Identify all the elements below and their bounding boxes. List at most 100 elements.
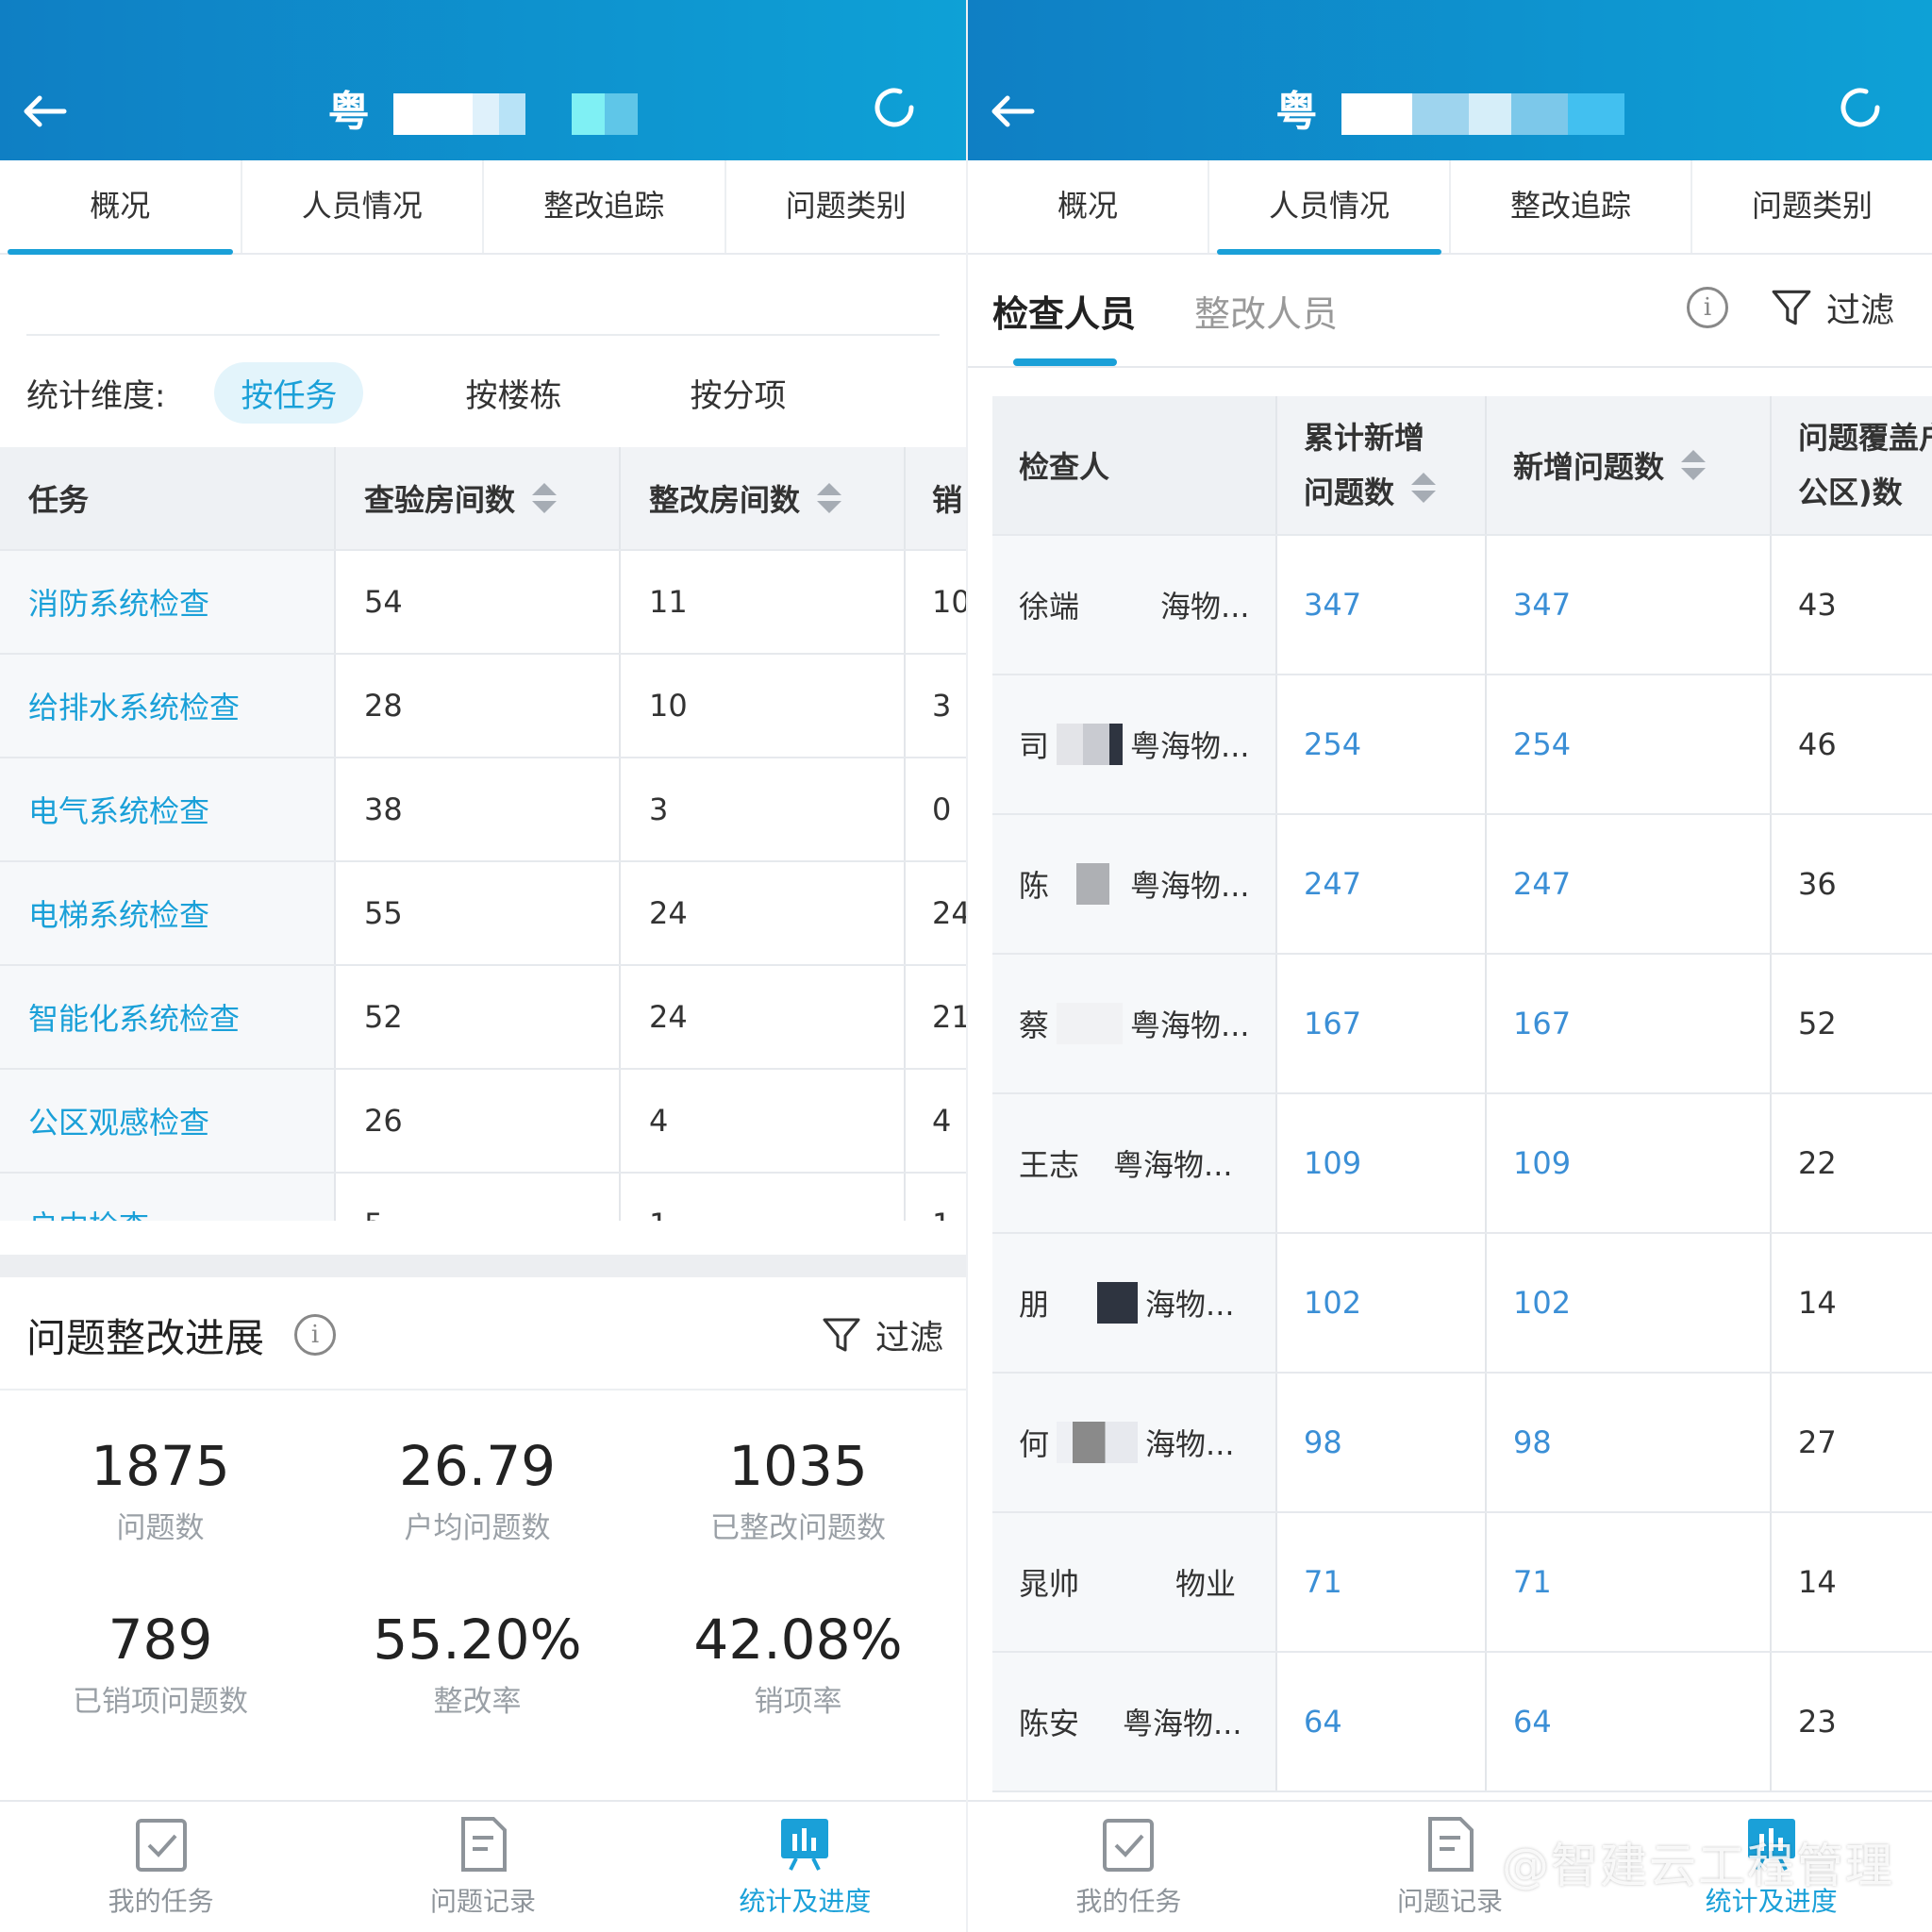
redacted-block [1087,1561,1169,1603]
table-row[interactable]: 晁帅 物业 71 71 14 [992,1513,1932,1653]
table-row[interactable]: 智能化系统检查 52 24 21 [0,966,966,1070]
dimension-by-building[interactable]: 按楼栋 [439,362,588,424]
cumulative-new-value[interactable]: 167 [1277,955,1487,1092]
dimension-label: 统计维度: [26,376,166,415]
project-title-text: 粤 [1275,88,1320,136]
table-row[interactable]: 何 海物... 98 98 27 [992,1374,1932,1513]
tab-personnel[interactable]: 人员情况 [1209,160,1451,255]
cumulative-new-value[interactable]: 71 [1277,1513,1487,1651]
header-inspector: 检查人 [992,396,1277,534]
inspector-org: 海物... [1145,1426,1235,1462]
new-issues-value[interactable]: 347 [1487,536,1772,674]
header-cumulative-new[interactable]: 累计新增 问题数 [1277,396,1487,534]
inspector-org: 粤海物... [1130,1008,1250,1043]
table-header-row: 检查人 累计新增 问题数 新增问题数 问题覆盖户 公区)数 [992,396,1932,536]
dimension-by-item[interactable]: 按分项 [663,362,812,424]
sort-icon[interactable] [532,483,558,513]
stat-rectified-count: 1035 已整改问题数 [638,1434,958,1546]
table-row[interactable]: 电梯系统检查 55 24 24 [0,862,966,966]
table-row[interactable]: 消防系统检查 54 11 10 [0,551,966,655]
header-rectified-rooms[interactable]: 整改房间数 [621,447,906,549]
tab-issue-category[interactable]: 问题类别 [1692,160,1932,253]
table-row[interactable]: 电气系统检查 38 3 0 [0,758,966,862]
new-issues-value[interactable]: 98 [1487,1374,1772,1511]
dimension-selector: 统计维度: 按任务 按楼栋 按分项 [26,358,888,426]
new-issues-value[interactable]: 254 [1487,675,1772,813]
tab-rectification-tracking[interactable]: 整改追踪 [484,160,726,253]
cumulative-new-value[interactable]: 64 [1277,1653,1487,1790]
info-icon[interactable]: i [1687,287,1728,328]
task-name[interactable]: 电气系统检查 [0,758,336,860]
table-row[interactable]: 给排水系统检查 28 10 3 [0,655,966,758]
sort-icon[interactable] [1411,473,1437,503]
dimension-by-task[interactable]: 按任务 [214,361,364,424]
closed-value: 3 [906,655,966,757]
cumulative-new-value[interactable]: 98 [1277,1374,1487,1511]
filter-button[interactable]: 过滤 [1770,283,1894,332]
new-issues-value[interactable]: 64 [1487,1653,1772,1790]
table-row[interactable]: 司 粤海物... 254 254 46 [992,675,1932,815]
sort-icon[interactable] [817,483,842,513]
task-name[interactable]: 电梯系统检查 [0,862,336,964]
new-issues-value[interactable]: 71 [1487,1513,1772,1651]
cumulative-new-value[interactable]: 109 [1277,1094,1487,1232]
task-name[interactable]: 公区观感检查 [0,1070,336,1172]
filter-button[interactable]: 过滤 [821,1310,943,1359]
new-issues-value[interactable]: 102 [1487,1234,1772,1372]
tab-rectification-tracking[interactable]: 整改追踪 [1451,160,1692,253]
redacted-block [1057,1003,1124,1044]
table-row[interactable]: 王志 粤海物... 109 109 22 [992,1094,1932,1234]
task-name[interactable]: 消防系统检查 [0,551,336,653]
inspector-cell: 晁帅 物业 [992,1513,1277,1651]
cumulative-new-value[interactable]: 102 [1277,1234,1487,1372]
refresh-icon[interactable] [868,81,921,134]
stats-board-icon [781,1819,829,1871]
nav-label: 我的任务 [108,1886,214,1917]
redacted-block [1057,863,1124,905]
header-new-issues[interactable]: 新增问题数 [1487,396,1772,534]
closed-value: 1 [906,1174,966,1221]
cumulative-new-value[interactable]: 247 [1277,815,1487,953]
table-row[interactable]: 陈安 粤海物... 64 64 23 [992,1653,1932,1792]
refresh-icon[interactable] [1834,81,1887,134]
nav-issue-records[interactable]: 问题记录 [322,1802,643,1932]
tab-overview[interactable]: 概况 [968,160,1209,253]
task-name[interactable]: 智能化系统检查 [0,966,336,1068]
cumulative-new-value[interactable]: 254 [1277,675,1487,813]
header-coverage: 问题覆盖户 公区)数 [1772,396,1932,534]
bottom-nav: 我的任务 问题记录 统计及进度 [0,1800,966,1932]
new-issues-value[interactable]: 247 [1487,815,1772,953]
tab-issue-category[interactable]: 问题类别 [726,160,967,253]
task-name[interactable]: 给排水系统检查 [0,655,336,757]
coverage-value: 52 [1772,955,1932,1092]
info-icon[interactable]: i [294,1314,337,1356]
table-row[interactable]: 蔡 粤海物... 167 167 52 [992,955,1932,1094]
table-row[interactable]: 朋 海物... 102 102 14 [992,1234,1932,1374]
filter-label: 过滤 [874,1319,943,1357]
task-name[interactable]: 户内检查 [0,1174,336,1221]
new-issues-value[interactable]: 109 [1487,1094,1772,1232]
subtab-rectifiers[interactable]: 整改人员 [1194,285,1338,337]
closed-value: 10 [906,551,966,653]
nav-my-tasks[interactable]: 我的任务 [968,1802,1290,1932]
inspector-stats-table[interactable]: 检查人 累计新增 问题数 新增问题数 问题覆盖户 公区)数 徐端海物... 34… [992,396,1932,1798]
task-checkbox-icon [135,1819,187,1872]
table-row[interactable]: 陈 粤海物... 247 247 36 [992,815,1932,955]
new-issues-value[interactable]: 167 [1487,955,1772,1092]
table-row[interactable]: 徐端 海物... 347 347 43 [992,536,1932,675]
task-stats-table[interactable]: 任务 查验房间数 整改房间数 销 消防系统检查 54 11 10 给排水系统检查… [0,447,966,1221]
table-row[interactable]: 户内检查 5 1 1 [0,1174,966,1221]
inspector-cell: 陈安 粤海物... [992,1653,1277,1790]
header-inspected-rooms[interactable]: 查验房间数 [336,447,621,549]
cumulative-new-value[interactable]: 347 [1277,536,1487,674]
tab-personnel[interactable]: 人员情况 [242,160,484,253]
table-row[interactable]: 公区观感检查 26 4 4 [0,1070,966,1174]
inspector-cell: 何 海物... [992,1374,1277,1511]
subtab-inspectors[interactable]: 检查人员 [992,285,1136,337]
tab-overview[interactable]: 概况 [0,160,242,255]
nav-stats-progress[interactable]: 统计及进度 [644,1802,966,1932]
nav-my-tasks[interactable]: 我的任务 [0,1802,322,1932]
stat-avg-issues: 26.79 户均问题数 [317,1434,638,1546]
sort-icon[interactable] [1681,450,1707,480]
app-header: 粤 [0,0,966,160]
